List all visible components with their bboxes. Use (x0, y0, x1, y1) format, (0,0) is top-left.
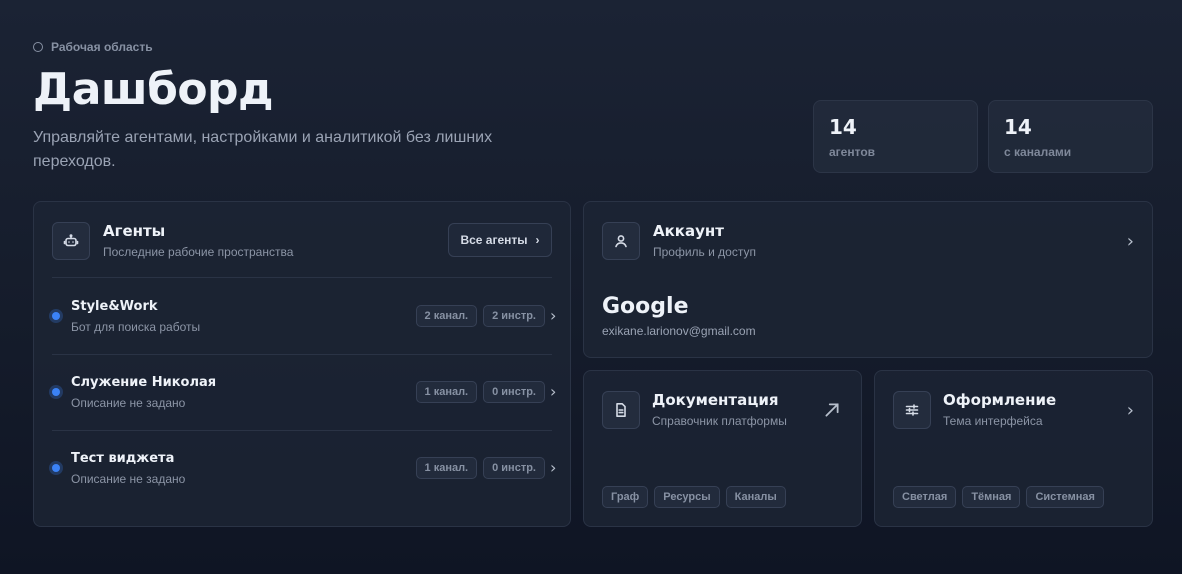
tools-badge: 2 инстр. (483, 305, 545, 327)
chevron-right-icon: › (550, 458, 557, 477)
tag-resources[interactable]: Ресурсы (654, 486, 720, 508)
theme-light[interactable]: Светлая (893, 486, 957, 508)
status-dot (52, 464, 60, 472)
stat-agents: 14 агентов (813, 100, 978, 173)
tag-channels[interactable]: Каналы (725, 486, 786, 508)
docs-subtitle: Справочник платформы (652, 414, 787, 428)
agent-name: Служение Николая (71, 375, 217, 390)
channels-badge: 2 канал. (415, 305, 478, 327)
stat-channels-value: 14 (1004, 115, 1032, 139)
agent-name: Тест виджета (71, 451, 175, 466)
theme-system[interactable]: Системная (1026, 486, 1104, 508)
page-subtitle: Управляйте агентами, настройками и анали… (33, 129, 493, 170)
agent-tags: 2 канал. 2 инстр. (415, 305, 545, 327)
stat-channels-label: с каналами (1004, 145, 1072, 159)
circle-icon (33, 42, 43, 52)
external-link-icon (823, 401, 841, 424)
agent-desc: Бот для поиска работы (71, 320, 201, 334)
page-title: Дашборд (33, 64, 274, 115)
theme-dark[interactable]: Тёмная (962, 486, 1021, 508)
account-title: Аккаунт (653, 222, 724, 240)
tools-badge: 0 инстр. (483, 457, 545, 479)
account-email: exikane.larionov@gmail.com (602, 324, 756, 338)
agents-subtitle: Последние рабочие пространства (103, 245, 294, 259)
chevron-right-icon: › (550, 306, 557, 325)
chevron-right-icon: › (535, 233, 540, 247)
agent-tags: 1 канал. 0 инстр. (415, 381, 545, 403)
agents-title: Агенты (103, 222, 166, 240)
account-subtitle: Профиль и доступ (653, 245, 756, 259)
chevron-right-icon: › (550, 382, 557, 401)
stat-channels: 14 с каналами (988, 100, 1153, 173)
docs-title: Документация (652, 391, 779, 409)
channels-badge: 1 канал. (415, 457, 478, 479)
docs-tags: Граф Ресурсы Каналы (602, 486, 786, 508)
document-icon (602, 391, 640, 429)
agent-row-style-work[interactable]: Style&Work Бот для поиска работы 2 канал… (34, 278, 570, 354)
theme-options: Светлая Тёмная Системная (893, 486, 1104, 508)
agent-row-widget-test[interactable]: Тест виджета Описание не задано 1 канал.… (34, 430, 570, 506)
all-agents-button[interactable]: Все агенты › (448, 223, 552, 257)
agent-row-nikolay[interactable]: Служение Николая Описание не задано 1 ка… (34, 354, 570, 430)
stat-agents-label: агентов (829, 145, 876, 159)
agent-name: Style&Work (71, 299, 158, 314)
chevron-right-icon: › (1126, 231, 1134, 252)
status-dot (52, 388, 60, 396)
chevron-right-icon: › (1126, 400, 1134, 421)
status-dot (52, 312, 60, 320)
bot-icon (52, 222, 90, 260)
stat-agents-value: 14 (829, 115, 857, 139)
agent-desc: Описание не задано (71, 396, 186, 410)
docs-card[interactable]: Документация Справочник платформы Граф Р… (583, 370, 862, 527)
account-card[interactable]: Аккаунт Профиль и доступ › Google exikan… (583, 201, 1153, 358)
tools-badge: 0 инстр. (483, 381, 545, 403)
agent-tags: 1 канал. 0 инстр. (415, 457, 545, 479)
account-provider: Google (602, 294, 689, 319)
sliders-icon (893, 391, 931, 429)
appearance-subtitle: Тема интерфейса (943, 414, 1043, 428)
tag-graph[interactable]: Граф (602, 486, 649, 508)
appearance-title: Оформление (943, 391, 1057, 409)
all-agents-label: Все агенты (460, 233, 528, 247)
agents-card: Агенты Последние рабочие пространства Вс… (33, 201, 571, 527)
breadcrumb: Рабочая область (33, 40, 153, 54)
breadcrumb-label: Рабочая область (51, 40, 153, 54)
channels-badge: 1 канал. (415, 381, 478, 403)
appearance-card[interactable]: Оформление Тема интерфейса › Светлая Тём… (874, 370, 1153, 527)
agent-desc: Описание не задано (71, 472, 186, 486)
user-icon (602, 222, 640, 260)
